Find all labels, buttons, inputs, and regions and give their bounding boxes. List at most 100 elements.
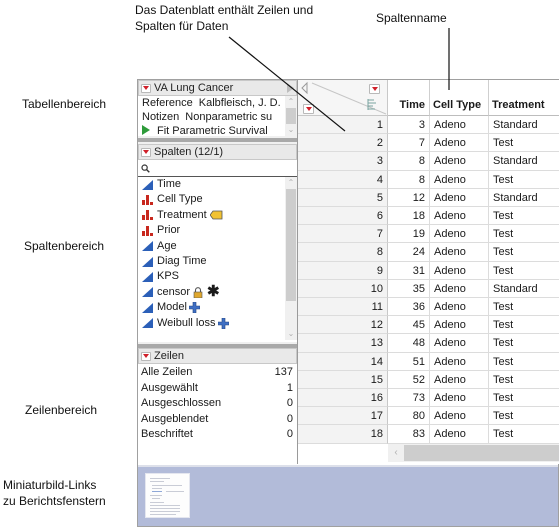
- cell-treatment[interactable]: Test: [489, 316, 559, 335]
- column-list-item[interactable]: Cell Type: [138, 192, 285, 207]
- panel-splitter[interactable]: [138, 138, 297, 142]
- row-number[interactable]: 1: [298, 116, 388, 135]
- columns-scrollbar[interactable]: ⌃ ⌄: [285, 177, 297, 340]
- row-number[interactable]: 12: [298, 316, 388, 335]
- column-list-item[interactable]: Treatment: [138, 208, 285, 223]
- cell-time[interactable]: 83: [388, 425, 430, 444]
- cell-cell-type[interactable]: Adeno: [430, 152, 489, 171]
- red-triangle-menu-icon[interactable]: [141, 83, 151, 93]
- red-triangle-menu-icon[interactable]: [141, 147, 151, 157]
- table-row[interactable]: 13 48 Adeno Test: [298, 334, 559, 353]
- row-number[interactable]: 17: [298, 407, 388, 426]
- table-row[interactable]: 9 31 Adeno Test: [298, 261, 559, 280]
- table-row[interactable]: 16 73 Adeno Test: [298, 389, 559, 408]
- cell-time[interactable]: 12: [388, 188, 430, 207]
- cell-time[interactable]: 45: [388, 316, 430, 335]
- cell-cell-type[interactable]: Adeno: [430, 352, 489, 371]
- column-header-cell-type[interactable]: Cell Type: [430, 80, 489, 116]
- table-row[interactable]: 4 8 Adeno Test: [298, 170, 559, 189]
- scroll-down-icon[interactable]: ⌄: [285, 124, 297, 136]
- cell-cell-type[interactable]: Adeno: [430, 316, 489, 335]
- row-number[interactable]: 2: [298, 134, 388, 153]
- cell-treatment[interactable]: Standard: [489, 116, 559, 135]
- row-number[interactable]: 8: [298, 243, 388, 262]
- grid-horizontal-scrollbar[interactable]: ‹: [388, 444, 559, 462]
- columns-panel-header[interactable]: Spalten (12/1): [138, 144, 297, 160]
- cell-treatment[interactable]: Test: [489, 371, 559, 389]
- cell-time[interactable]: 31: [388, 261, 430, 280]
- scroll-down-icon[interactable]: ⌄: [285, 328, 297, 340]
- cell-time[interactable]: 80: [388, 407, 430, 426]
- row-number[interactable]: 5: [298, 188, 388, 207]
- cell-treatment[interactable]: Test: [489, 171, 559, 189]
- row-number[interactable]: 4: [298, 170, 388, 189]
- cell-treatment[interactable]: Test: [489, 243, 559, 262]
- cell-treatment[interactable]: Standard: [489, 280, 559, 298]
- cell-time[interactable]: 7: [388, 134, 430, 153]
- cell-treatment[interactable]: Test: [489, 389, 559, 408]
- cell-treatment[interactable]: Test: [489, 407, 559, 426]
- cell-cell-type[interactable]: Adeno: [430, 407, 489, 426]
- table-row[interactable]: 10 35 Adeno Standard: [298, 279, 559, 298]
- cell-treatment[interactable]: Test: [489, 425, 559, 444]
- cell-treatment[interactable]: Test: [489, 353, 559, 371]
- table-property-reference[interactable]: Reference Kalbfleisch, J. D.: [138, 96, 285, 110]
- cell-time[interactable]: 24: [388, 243, 430, 262]
- report-thumbnail-link[interactable]: [145, 473, 190, 518]
- scroll-left-icon[interactable]: ‹: [388, 444, 404, 462]
- cell-treatment[interactable]: Test: [489, 207, 559, 226]
- column-header-time[interactable]: Time: [388, 80, 430, 116]
- cell-time[interactable]: 73: [388, 389, 430, 408]
- table-row[interactable]: 7 19 Adeno Test: [298, 225, 559, 244]
- cell-cell-type[interactable]: Adeno: [430, 370, 489, 389]
- scroll-thumb[interactable]: [286, 108, 296, 124]
- cell-cell-type[interactable]: Adeno: [430, 170, 489, 189]
- cell-cell-type[interactable]: Adeno: [430, 298, 489, 317]
- table-row[interactable]: 3 8 Adeno Standard: [298, 152, 559, 171]
- cell-treatment[interactable]: Test: [489, 262, 559, 280]
- table-row[interactable]: 14 51 Adeno Test: [298, 352, 559, 371]
- row-number[interactable]: 18: [298, 425, 388, 444]
- cell-time[interactable]: 51: [388, 352, 430, 371]
- rows-red-triangle-icon[interactable]: [303, 104, 314, 114]
- cell-treatment[interactable]: Test: [489, 298, 559, 317]
- table-row[interactable]: 8 24 Adeno Test: [298, 243, 559, 262]
- cell-time[interactable]: 48: [388, 334, 430, 353]
- scroll-up-icon[interactable]: ⌃: [285, 177, 297, 189]
- rows-panel-header[interactable]: Zeilen: [138, 348, 297, 364]
- cell-cell-type[interactable]: Adeno: [430, 225, 489, 244]
- table-row[interactable]: 2 7 Adeno Test: [298, 134, 559, 153]
- cell-cell-type[interactable]: Adeno: [430, 279, 489, 298]
- column-list-item[interactable]: Diag Time: [138, 254, 285, 269]
- row-number[interactable]: 11: [298, 298, 388, 317]
- cell-cell-type[interactable]: Adeno: [430, 116, 489, 135]
- cell-cell-type[interactable]: Adeno: [430, 188, 489, 207]
- cell-treatment[interactable]: Test: [489, 334, 559, 353]
- cell-cell-type[interactable]: Adeno: [430, 334, 489, 353]
- column-list-item[interactable]: censor ✱: [138, 284, 285, 300]
- row-number[interactable]: 9: [298, 261, 388, 280]
- table-panel-header[interactable]: VA Lung Cancer: [138, 80, 297, 96]
- cell-time[interactable]: 8: [388, 170, 430, 189]
- row-number[interactable]: 7: [298, 225, 388, 244]
- row-number[interactable]: 16: [298, 389, 388, 408]
- cell-cell-type[interactable]: Adeno: [430, 243, 489, 262]
- cell-treatment[interactable]: Standard: [489, 152, 559, 171]
- cell-cell-type[interactable]: Adeno: [430, 425, 489, 444]
- collapse-left-icon[interactable]: [301, 81, 308, 95]
- red-triangle-menu-icon[interactable]: [141, 351, 151, 361]
- column-search-field[interactable]: [138, 160, 297, 177]
- cell-time[interactable]: 3: [388, 116, 430, 135]
- column-list-item[interactable]: Age: [138, 239, 285, 254]
- column-list-item[interactable]: Prior: [138, 223, 285, 238]
- scroll-thumb[interactable]: [286, 189, 296, 301]
- collapse-panel-icon[interactable]: [287, 83, 294, 93]
- table-script-fit-parametric-survival[interactable]: Fit Parametric Survival: [138, 124, 285, 138]
- table-panel-scrollbar[interactable]: ⌃ ⌄: [285, 96, 297, 138]
- table-row[interactable]: 1 3 Adeno Standard: [298, 116, 559, 135]
- row-number[interactable]: 6: [298, 207, 388, 226]
- scroll-thumb[interactable]: [404, 445, 559, 461]
- column-list-item[interactable]: Weibull loss: [138, 316, 285, 331]
- row-number[interactable]: 15: [298, 370, 388, 389]
- cell-treatment[interactable]: Standard: [489, 189, 559, 207]
